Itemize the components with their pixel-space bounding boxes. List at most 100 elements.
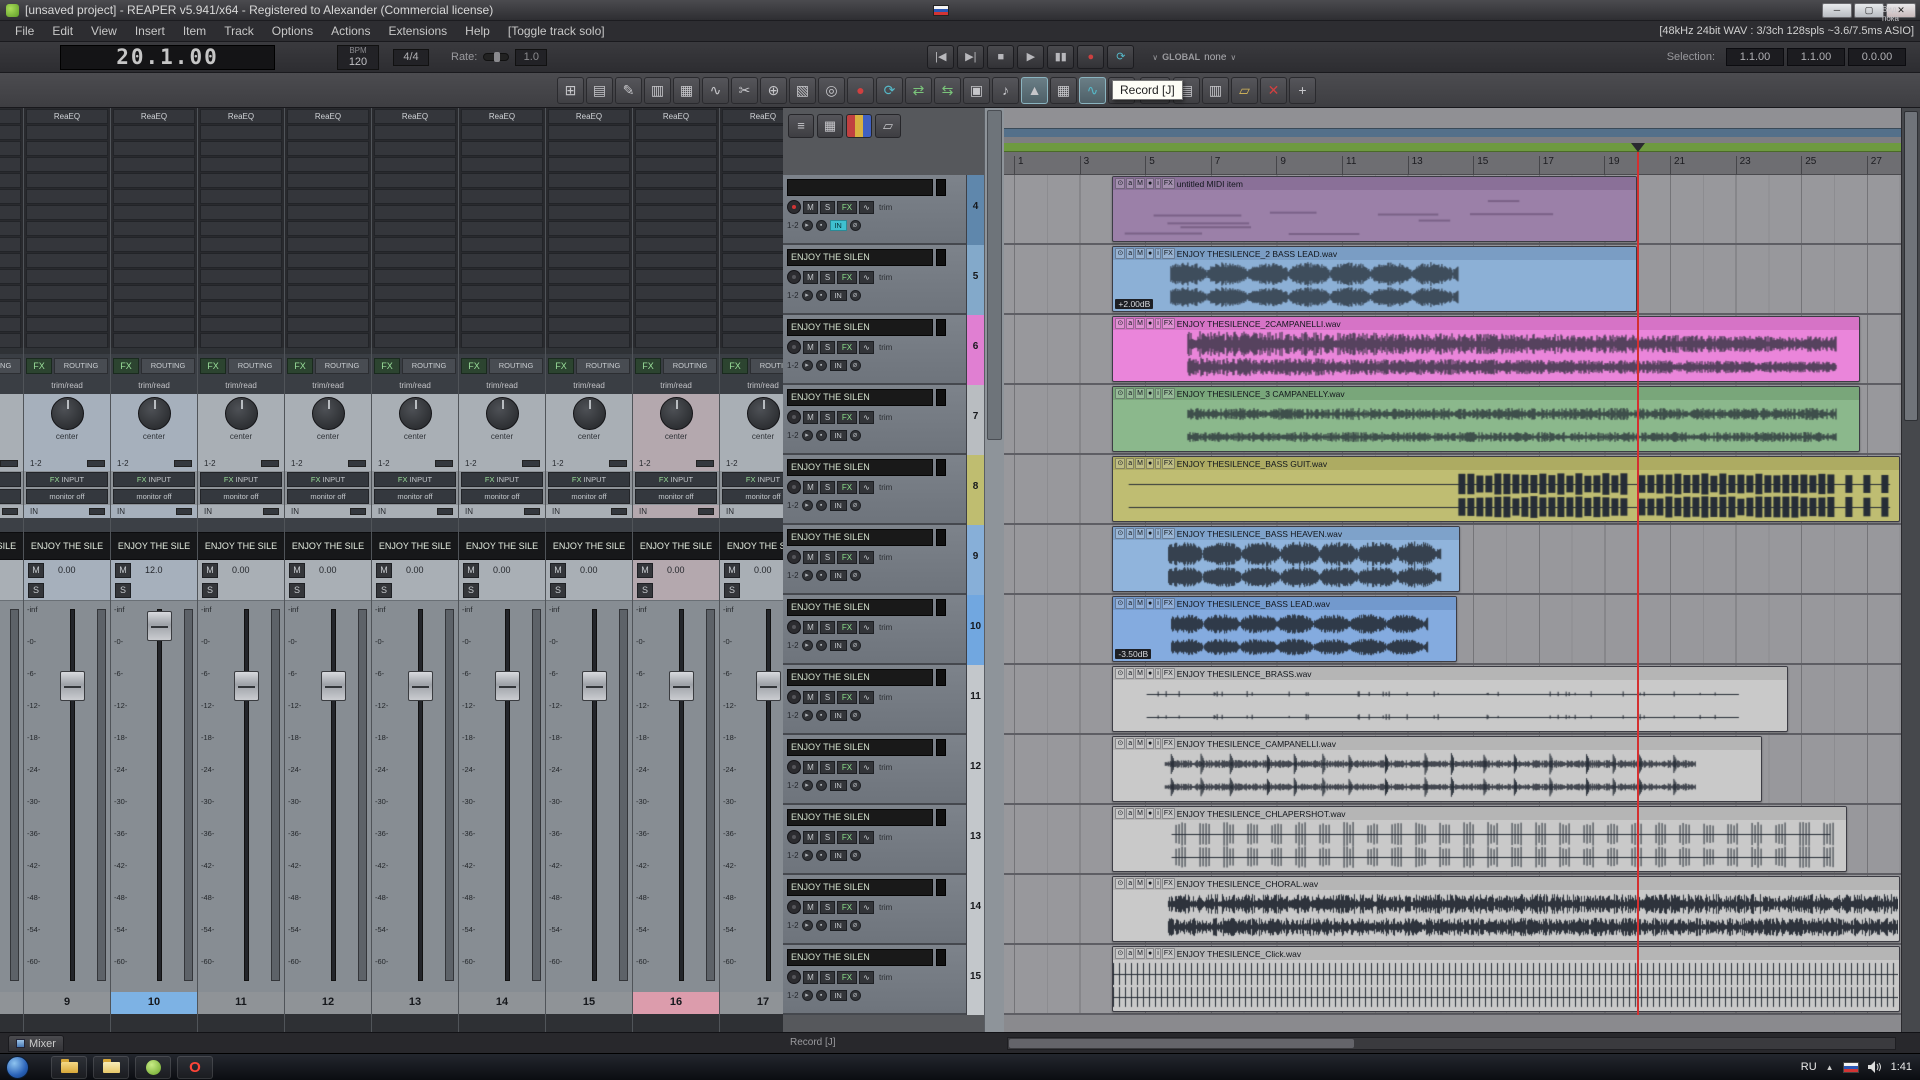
track-panel-5[interactable]: ENJOY THE SILENMSFX∿trim1-2▸▪INø5 (783, 245, 1004, 315)
phase-button[interactable]: ø (850, 430, 861, 441)
mute-icon[interactable]: M (1135, 318, 1145, 329)
mute-button[interactable]: M (724, 563, 740, 578)
pan-knob[interactable] (312, 397, 345, 430)
track-number[interactable]: 9 (24, 992, 110, 1014)
loop-source-icon[interactable]: ⊙ (1115, 738, 1125, 749)
explorer-taskbar-icon[interactable] (51, 1056, 87, 1079)
fx-insert-empty[interactable] (722, 125, 783, 140)
fx-insert-empty[interactable] (461, 317, 543, 332)
env-button[interactable]: ▸ (802, 850, 813, 861)
mixer-dock-tab[interactable]: Mixer (8, 1035, 64, 1052)
track-color-strip[interactable]: 7 (966, 385, 984, 455)
track-name-field[interactable]: ENJOY THE SILE (285, 532, 371, 560)
fx-insert-empty[interactable] (635, 221, 717, 236)
track-panel-15[interactable]: ENJOY THE SILENMSFX∿trim1-2▸▪INø15 (783, 945, 1004, 1015)
envelope-button[interactable]: ∿ (859, 971, 874, 984)
monitor-button[interactable]: monitor off (635, 489, 717, 504)
solo-button[interactable]: S (115, 583, 131, 598)
fx-insert-empty[interactable] (374, 237, 456, 252)
vertical-scrollbar-thumb[interactable] (1904, 111, 1918, 421)
volume-fader[interactable] (582, 671, 607, 701)
input-select-button[interactable]: IN (459, 505, 545, 518)
fx-insert-empty[interactable] (287, 173, 369, 188)
fx-insert-empty[interactable] (374, 205, 456, 220)
env-button[interactable]: ▸ (802, 920, 813, 931)
fx-insert-empty[interactable] (287, 301, 369, 316)
track-name-field[interactable]: ENJOY THE SILE (633, 532, 719, 560)
channel-count[interactable]: 1-2 (372, 456, 458, 471)
reaper-taskbar-icon[interactable] (135, 1056, 171, 1079)
envelope-icon[interactable]: ∿ (702, 77, 729, 104)
fx-insert-empty[interactable] (635, 205, 717, 220)
track-name-field[interactable]: ENJOY THE SILEN (787, 879, 933, 896)
track-panel-6[interactable]: ENJOY THE SILENMSFX∿trim1-2▸▪INø6 (783, 315, 1004, 385)
track-name-field[interactable]: ENJOY THE SILEN (787, 319, 933, 336)
fx-button[interactable]: FX (837, 271, 857, 284)
track-number[interactable]: 13 (372, 992, 458, 1014)
fx-button[interactable]: FX (287, 358, 313, 374)
fx-icon[interactable]: FX (1162, 458, 1175, 469)
mute-button[interactable]: M (463, 563, 479, 578)
note-icon[interactable]: ● (1146, 178, 1154, 189)
channel-count[interactable]: 1-2 (0, 456, 23, 471)
channel-count[interactable]: 1-2 (198, 456, 284, 471)
glue-item-icon[interactable]: ⊕ (760, 77, 787, 104)
solo-button[interactable]: S (820, 201, 835, 214)
fx-insert-empty[interactable] (722, 317, 783, 332)
lock-icon[interactable]: a (1126, 318, 1134, 329)
grid-settings-icon[interactable]: ▦ (1050, 77, 1077, 104)
phase-button[interactable]: ø (850, 290, 861, 301)
fx-insert-empty[interactable] (635, 189, 717, 204)
record-arm-button[interactable] (787, 620, 801, 634)
media-explorer-icon[interactable]: ▤ (586, 77, 613, 104)
docker-icon[interactable]: ▣ (963, 77, 990, 104)
media-item[interactable]: ⊙aM●iFXENJOY THESILENCE_BASS LEAD.wav-3.… (1112, 596, 1456, 662)
fx-insert-empty[interactable] (200, 285, 282, 300)
folder-icon[interactable]: ▱ (875, 114, 901, 138)
fx-insert-empty[interactable] (722, 173, 783, 188)
fx-insert-empty[interactable] (374, 221, 456, 236)
fx-icon[interactable]: FX (1162, 528, 1175, 539)
repeat-button[interactable]: ⟳ (1107, 45, 1134, 69)
properties-icon[interactable]: i (1155, 178, 1161, 189)
fx-insert-empty[interactable] (26, 189, 108, 204)
fx-insert-empty[interactable] (722, 221, 783, 236)
marquee-icon[interactable]: ▧ (789, 77, 816, 104)
input-select-button[interactable]: IN (0, 505, 23, 518)
fx-insert-empty[interactable] (0, 221, 21, 236)
fx-button[interactable]: FX (837, 831, 857, 844)
properties-icon[interactable]: i (1155, 318, 1161, 329)
track-name-field[interactable]: ENJOY THE SILEN (787, 809, 933, 826)
fx-icon[interactable]: FX (1162, 738, 1175, 749)
selection-end[interactable]: 1.1.00 (1787, 48, 1845, 66)
fx-insert-empty[interactable] (722, 285, 783, 300)
note-icon[interactable]: ● (1146, 878, 1154, 889)
fx-insert-empty[interactable] (722, 157, 783, 172)
fx-button[interactable]: FX (837, 411, 857, 424)
input-select-button[interactable]: IN (720, 505, 783, 518)
input-button[interactable]: IN (830, 640, 847, 651)
loop-source-icon[interactable]: ⊙ (1115, 598, 1125, 609)
fx-insert-empty[interactable] (374, 189, 456, 204)
channel-count[interactable]: 1-2 (24, 456, 110, 471)
fx-insert-empty[interactable] (200, 157, 282, 172)
monitor-button[interactable]: monitor off (722, 489, 783, 504)
fx-insert-empty[interactable] (287, 285, 369, 300)
solo-button[interactable]: S (820, 271, 835, 284)
menu-help[interactable]: Help (456, 22, 499, 40)
track-name-field[interactable]: ENJOY THE SILE (372, 532, 458, 560)
menu-view[interactable]: View (82, 22, 126, 40)
fx-input-button[interactable]: FX INPUT (113, 472, 195, 487)
play-cursor[interactable] (1637, 152, 1639, 1015)
input-select-button[interactable]: IN (198, 505, 284, 518)
track-name-field[interactable]: ENJOY THE SILE (720, 532, 783, 560)
fx-input-button[interactable]: FX INPUT (26, 472, 108, 487)
channel-count[interactable]: 1-2 (111, 456, 197, 471)
fx-insert-empty[interactable] (374, 125, 456, 140)
fx-insert-empty[interactable] (113, 237, 195, 252)
fx-input-button[interactable]: FX INPUT (461, 472, 543, 487)
track-color-strip[interactable]: 14 (966, 875, 984, 945)
solo-button[interactable]: S (820, 761, 835, 774)
pan-knob[interactable] (747, 397, 780, 430)
fx-icon[interactable]: FX (1162, 668, 1175, 679)
